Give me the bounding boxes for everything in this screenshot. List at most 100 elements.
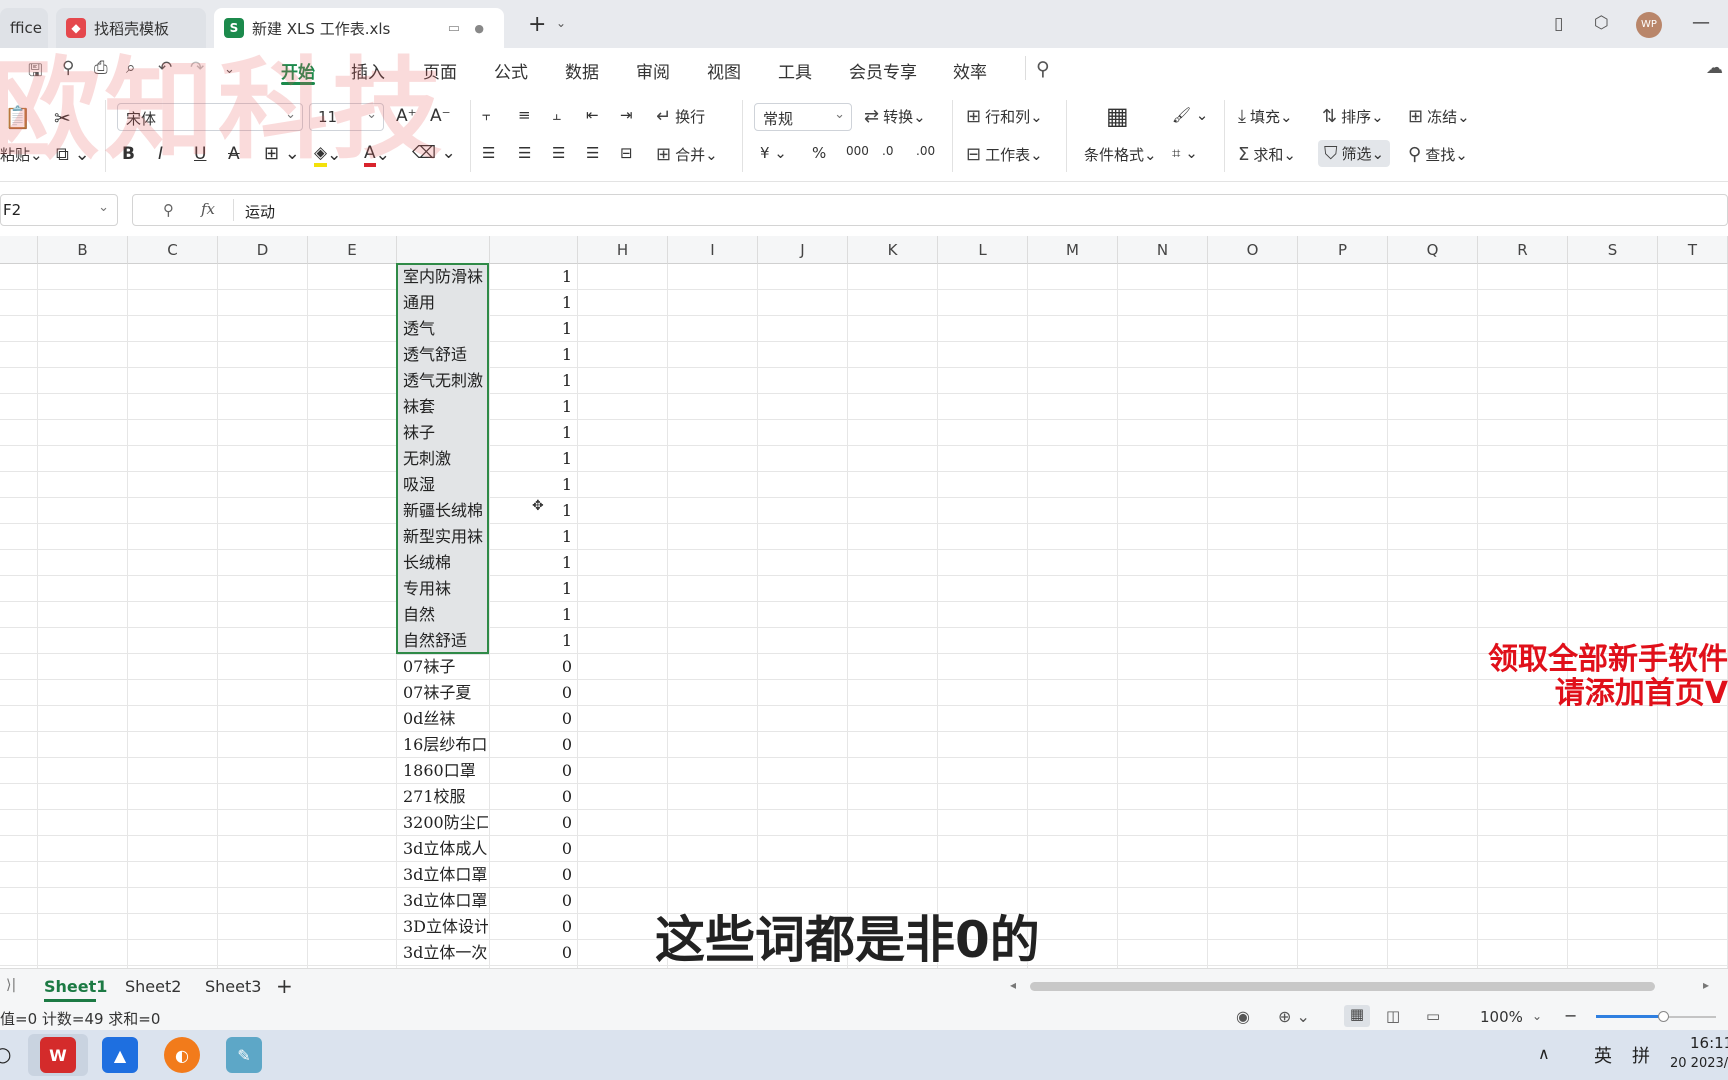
name-box[interactable]: F2 ⌄ [0,194,118,226]
quick-access-chevron-icon[interactable]: ⌄ [224,62,235,77]
tab-workbook[interactable]: S 新建 XLS 工作表.xls ▭ ● [214,8,504,48]
bold-icon[interactable]: B [122,144,135,164]
cell-count[interactable]: 0 [490,914,574,940]
font-color-icon[interactable]: A ⌄ [364,143,390,167]
ime-language[interactable]: 英 [1594,1042,1612,1068]
cell-count[interactable]: 0 [490,706,574,732]
cell-count[interactable]: 1 [490,316,574,342]
underline-icon[interactable]: U [194,144,206,164]
cell-count[interactable]: 0 [490,888,574,914]
page-break-view-icon[interactable]: ◫ [1386,1007,1400,1025]
rows-cols-button[interactable]: ⊞ 行和列 ⌄ [966,106,1043,127]
decimal-increase-icon[interactable]: .0 [882,144,893,158]
cell-count[interactable]: 0 [490,862,574,888]
avatar[interactable]: WP [1636,12,1662,38]
cell-keyword[interactable]: 3d立体一次 [400,940,488,966]
menu-efficiency[interactable]: 效率 [953,58,987,83]
convert-button[interactable]: ⇄ 转换 ⌄ [864,106,926,127]
add-sheet-icon[interactable]: + [276,974,293,998]
thousands-icon[interactable]: 000 [846,144,869,158]
column-header[interactable]: E [308,236,397,264]
sum-button[interactable]: Σ 求和 ⌄ [1238,144,1296,165]
sheet-tab-3[interactable]: Sheet3 [205,977,261,996]
column-header[interactable]: T [1658,236,1728,264]
sort-button[interactable]: ⇅ 排序 ⌄ [1322,106,1384,127]
decimal-decrease-icon[interactable]: .00 [916,144,935,158]
align-top-icon[interactable]: ⫟ [482,106,491,124]
cell-count[interactable]: 0 [490,758,574,784]
menu-data[interactable]: 数据 [565,58,599,83]
cell-count[interactable]: 0 [490,784,574,810]
merge-button[interactable]: ⊞ 合并 ⌄ [656,144,718,165]
fill-button[interactable]: ⤓ 填充 ⌄ [1238,106,1293,127]
menu-formula[interactable]: 公式 [494,58,528,83]
clock-date[interactable]: 20 2023/ [1670,1056,1728,1071]
cell-count[interactable]: 0 [490,654,574,680]
cell-count[interactable]: 0 [490,940,574,966]
cell-count[interactable]: 1 [490,368,574,394]
minimize-icon[interactable]: — [1692,12,1710,33]
align-left-icon[interactable]: ☰ [482,144,495,162]
new-tab-plus-icon[interactable]: + [528,12,546,37]
cell-count[interactable]: 1 [490,524,574,550]
column-header[interactable]: I [668,236,758,264]
cell-count[interactable]: 1 [490,472,574,498]
save-icon[interactable]: 🖫 [28,58,42,87]
cell-count[interactable]: 1 [490,342,574,368]
conditional-format-button[interactable]: 条件格式 ⌄ [1084,144,1157,165]
redo-icon[interactable]: ↷ [190,58,204,78]
cell-count[interactable]: 1 [490,446,574,472]
column-header[interactable]: B [38,236,128,264]
scroll-right-icon[interactable]: ▸ [1703,978,1709,992]
tab-list-chevron-icon[interactable]: ⌄ [556,16,566,30]
cell-count[interactable]: 0 [490,680,574,706]
cell-count[interactable]: 1 [490,420,574,446]
paste-clipboard-icon[interactable]: 📋 [4,106,31,131]
column-header[interactable]: O [1208,236,1298,264]
clear-format-icon[interactable]: ⌫ ⌄ [412,143,456,163]
cell-keyword[interactable]: 07袜子 [400,654,488,680]
menu-view[interactable]: 视图 [707,58,741,83]
sheet-tab-1[interactable]: Sheet1 [44,977,107,996]
firefox-icon[interactable]: ◐ [164,1037,200,1073]
search-icon[interactable]: ⚲ [1036,58,1050,80]
cell-keyword[interactable]: 3d立体口罩 [400,862,488,888]
zoom-dropdown-icon[interactable]: ⌄ [1532,1009,1542,1023]
column-header[interactable]: P [1298,236,1388,264]
find-button[interactable]: ⚲ 查找 ⌄ [1408,144,1468,165]
sheet-tab-2[interactable]: Sheet2 [125,977,181,996]
fill-color-icon[interactable]: ◈ ⌄ [314,143,341,167]
cell-count[interactable]: 0 [490,836,574,862]
page-layout-view-icon[interactable]: ▭ [1426,1007,1440,1025]
number-format-select[interactable]: 常规 ⌄ [754,103,852,131]
column-header[interactable]: R [1478,236,1568,264]
justify-icon[interactable]: ☰ [586,144,599,162]
column-header[interactable]: H [578,236,668,264]
menu-home[interactable]: 开始 [281,58,315,83]
menu-review[interactable]: 审阅 [636,58,670,83]
print-icon[interactable]: ⎙ [94,58,108,78]
cell-count[interactable]: 1 [490,290,574,316]
normal-view-icon[interactable]: ▦ [1344,1005,1370,1027]
layout-icon[interactable]: ▯ [1554,14,1563,34]
share-icon[interactable]: ⚲ [62,58,74,78]
cell-count[interactable]: 0 [490,810,574,836]
strikethrough-icon[interactable]: A [228,144,240,164]
tab-docer-templates[interactable]: ◆ 找稻壳模板 [56,8,206,48]
column-header[interactable]: S [1568,236,1658,264]
cell-keyword[interactable]: 3D立体设计 [400,914,488,940]
formula-input[interactable]: ⚲ fx 运动 [132,194,1728,226]
zoom-slider-handle[interactable] [1658,1011,1669,1022]
menu-page[interactable]: 页面 [423,58,457,83]
shape-icon[interactable]: ⌗ ⌄ [1172,144,1198,162]
sheet-nav-icon[interactable]: ⟩| [6,977,16,993]
distribute-icon[interactable]: ⊟ [620,144,633,162]
align-center-icon[interactable]: ☰ [518,144,531,162]
zoom-formula-icon[interactable]: ⚲ [163,201,174,219]
start-icon[interactable]: ○ [0,1042,11,1066]
font-size-select[interactable]: 11 ⌄ [309,103,384,131]
freeze-button[interactable]: ⊞ 冻结 ⌄ [1408,106,1470,127]
undo-icon[interactable]: ↶ [158,58,172,78]
fx-icon[interactable]: fx [201,200,215,218]
scroll-left-icon[interactable]: ◂ [1010,978,1016,992]
